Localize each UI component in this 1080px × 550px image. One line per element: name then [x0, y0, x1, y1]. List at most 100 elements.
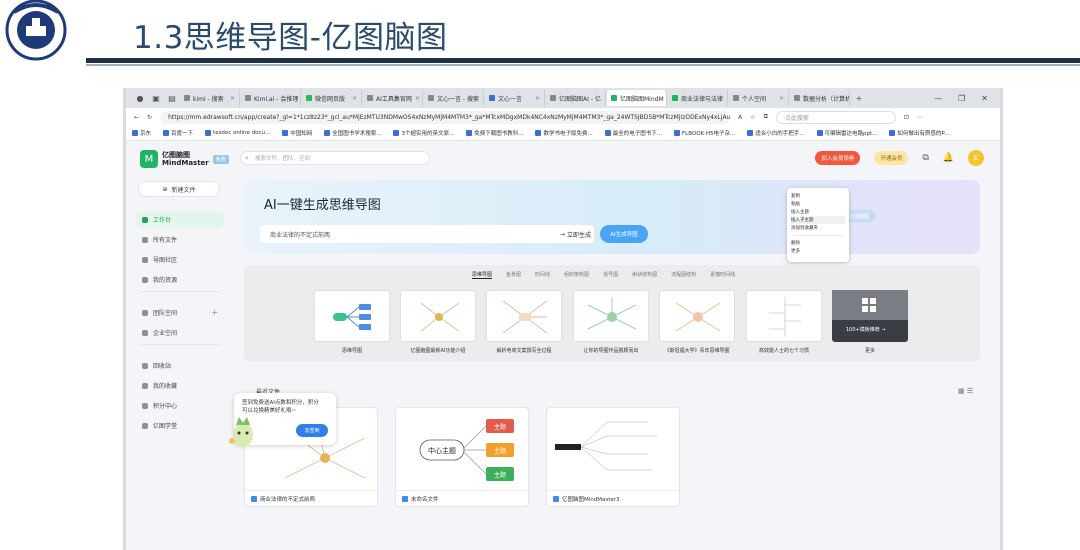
grid-view-icon[interactable]: ▦	[958, 387, 965, 395]
bookmark-item[interactable]: 京东	[132, 129, 151, 137]
browser-search-field[interactable]: 点此搜索	[775, 110, 896, 124]
favorite-icon[interactable]: ☆	[750, 114, 755, 121]
read-aloud-icon[interactable]: A	[738, 114, 742, 121]
workspaces-icon[interactable]: ▣	[148, 91, 164, 105]
bookmark-item[interactable]: 可编辑雷达电路ppt...	[816, 129, 877, 137]
browser-tab[interactable]: 文心一言 ×	[485, 90, 545, 106]
share-icon[interactable]: ⧉	[922, 153, 928, 163]
bookmark-item[interactable]: 3个超实用的英文原...	[393, 129, 454, 137]
sidebar-item-trash[interactable]: 回收站	[136, 357, 224, 374]
file-card[interactable]: 中心主题 主题 主题 主题 未命名文件	[395, 407, 529, 507]
close-icon[interactable]: ×	[726, 95, 727, 102]
file-search-input[interactable]: ⌕ 搜索文件、团队、空间	[240, 151, 430, 165]
bookmark-item[interactable]: FLBOOK·H5电子杂...	[673, 129, 735, 137]
close-icon[interactable]: ×	[352, 95, 357, 102]
ai-prompt-input[interactable]: 商业法律的不定式前两 → 立即生成	[260, 225, 594, 243]
browser-tab[interactable]: AI工具集官网 ×	[363, 90, 423, 106]
browser-tab[interactable]: 个人空间 ×	[729, 90, 789, 106]
bookmark-item[interactable]: 数学书电子版免费...	[535, 129, 593, 137]
browser-tab[interactable]: 微信网页版 ×	[302, 90, 362, 106]
sidebar-item-enterprise[interactable]: 企业空间	[136, 324, 224, 341]
add-team-icon[interactable]: +	[211, 308, 218, 317]
browser-tab[interactable]: 商业法律与法律×	[668, 90, 728, 106]
tab-timeline[interactable]: 时间线	[535, 271, 550, 279]
bookmark-item[interactable]: 最全的电子图书下...	[604, 129, 662, 137]
tab-mindmap[interactable]: 思维导图	[472, 271, 493, 279]
ai-generate-button[interactable]: AI生成导图	[600, 225, 648, 243]
close-icon[interactable]: ×	[535, 95, 540, 102]
sidebar-item-workspace[interactable]: 工作台	[136, 211, 224, 228]
bookmark-item[interactable]: 全国图书学术搜索...	[324, 129, 381, 137]
close-icon[interactable]: ×	[415, 95, 420, 102]
sidebar-item-community[interactable]: 导图社区	[136, 251, 224, 268]
bookmark-item[interactable]: 中国知网	[282, 129, 312, 137]
tab-fishbone[interactable]: 鱼骨图	[506, 271, 521, 279]
template-card[interactable]	[659, 290, 735, 342]
new-file-button[interactable]: ⊕ 新建文件	[138, 181, 220, 197]
collections-icon[interactable]: ⊡	[904, 114, 909, 121]
menu-item[interactable]: 添加到收藏夹	[791, 224, 845, 232]
membership-button[interactable]: 开通会员	[874, 151, 909, 165]
avatar[interactable]: E	[968, 150, 984, 166]
url-field[interactable]: https://mm.edrawsoft.cn/app/create?_gl=1…	[160, 110, 731, 124]
view-toggle[interactable]: ▦ ☰	[958, 387, 973, 395]
settings-more-icon[interactable]: ⋯	[917, 114, 923, 121]
menu-item[interactable]: 复制	[791, 192, 845, 200]
close-icon[interactable]: ×	[230, 95, 235, 102]
browser-tab[interactable]: kimi - 搜索 ×	[180, 90, 240, 106]
generate-now-button[interactable]: → 立即生成	[560, 225, 591, 243]
file-card[interactable]: 亿图脑图MindMaster3	[546, 407, 680, 507]
branch-topic-text: 主题	[494, 423, 506, 431]
close-icon[interactable]: ×	[604, 95, 605, 102]
tab-sketch-timeline[interactable]: 素描时间线	[710, 271, 735, 279]
menu-item[interactable]: 插入主题	[791, 208, 845, 216]
restore-icon[interactable]: ❐	[958, 94, 965, 103]
tab-favicon-icon	[672, 95, 678, 101]
profile-icon[interactable]: ●	[132, 91, 148, 105]
bookmark-item[interactable]: 如何做出有质感的P...	[889, 129, 949, 137]
bookmark-item[interactable]: 百度一下	[163, 129, 193, 137]
sidebar-item-academy[interactable]: 亿图学堂	[136, 417, 224, 434]
bookmark-item[interactable]: tesdoc online docu...	[205, 130, 270, 136]
bell-icon[interactable]: 🔔	[943, 153, 954, 163]
menu-item-hover[interactable]: 插入子主题	[791, 216, 845, 224]
new-tab-icon[interactable]: +	[851, 91, 867, 105]
tab-actions-icon[interactable]: ▤	[164, 91, 180, 105]
template-card[interactable]	[486, 290, 562, 342]
close-icon[interactable]: ×	[482, 95, 483, 102]
list-view-icon[interactable]: ☰	[967, 387, 973, 395]
tab-bracket[interactable]: 括号图	[603, 271, 618, 279]
template-card[interactable]	[573, 290, 649, 342]
bookmark-item[interactable]: 适合小白的手把手...	[747, 129, 805, 137]
extensions-icon[interactable]: ⧉	[764, 113, 768, 121]
tab-tree[interactable]: 树状结构图	[632, 271, 657, 279]
bookmark-item[interactable]: 免费下载图书教科...	[466, 129, 523, 137]
menu-item[interactable]: 粘贴	[791, 200, 845, 208]
close-icon[interactable]: ×	[779, 95, 784, 102]
template-card[interactable]	[314, 290, 390, 342]
minimize-icon[interactable]: —	[934, 94, 942, 103]
browser-tab-active[interactable]: 亿图脑图MindM×	[607, 90, 667, 106]
template-card[interactable]	[400, 290, 476, 342]
browser-tab[interactable]: Kimi.ai - 会推理×	[241, 90, 301, 106]
template-card[interactable]	[746, 290, 822, 342]
sidebar-item-team-space[interactable]: 团队空间 +	[136, 304, 224, 321]
sidebar-item-all-files[interactable]: 所有文件	[136, 231, 224, 248]
back-icon[interactable]: ←	[134, 114, 139, 121]
sidebar-item-resources[interactable]: 我的资源	[136, 271, 224, 288]
sidebar-item-favorites[interactable]: 我的收藏	[136, 377, 224, 394]
browser-tab[interactable]: 亿图脑图AI - 亿×	[546, 90, 606, 106]
tab-flow[interactable]: 流程图结构	[671, 271, 696, 279]
menu-item[interactable]: 删除	[791, 239, 845, 247]
browser-tab[interactable]: 数据分析（计算机×	[790, 90, 850, 106]
close-window-icon[interactable]: ✕	[981, 94, 988, 103]
more-templates-card[interactable]: 100+模板推荐 →	[832, 290, 908, 342]
app-brand[interactable]: M 亿图脑图 MindMaster 免费	[140, 150, 229, 168]
tab-org-chart[interactable]: 组织架构图	[564, 271, 589, 279]
reload-icon[interactable]: ↻	[147, 114, 152, 121]
sidebar-item-points[interactable]: 积分中心	[136, 397, 224, 414]
browser-tab[interactable]: 文心一言 - 搜索×	[424, 90, 484, 106]
checkin-button[interactable]: 去签到	[296, 424, 328, 437]
menu-item[interactable]: 更多	[791, 247, 845, 255]
upgrade-button[interactable]: 加入会员领券	[815, 151, 861, 165]
